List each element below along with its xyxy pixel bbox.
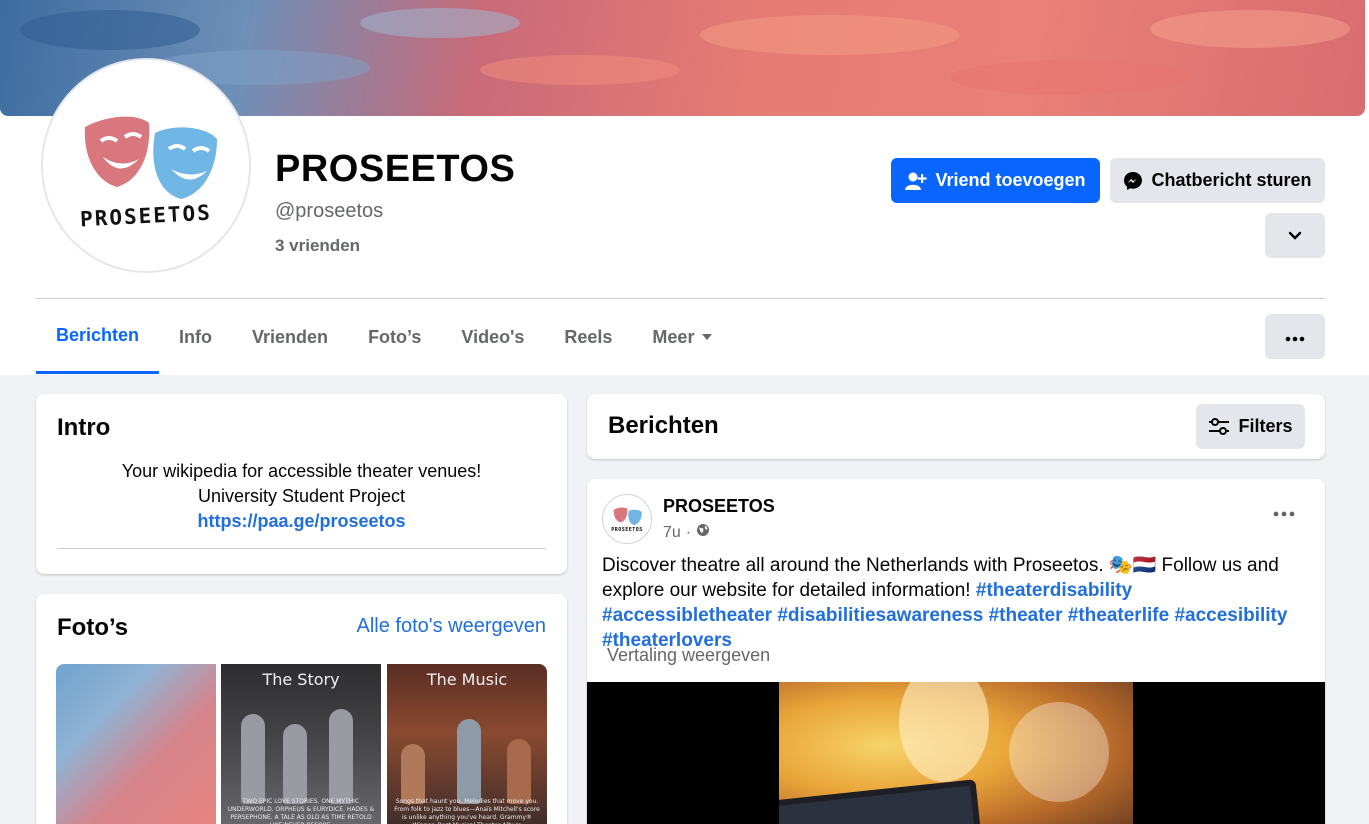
tab-label: Berichten	[56, 325, 140, 345]
post-timestamp[interactable]: 7u	[663, 524, 681, 542]
user-plus-icon	[905, 171, 928, 191]
photo-caption: TWO EPIC LOVE STORIES. ONE MYTHIC UNDERW…	[227, 798, 375, 824]
tab-info[interactable]: Info	[159, 300, 232, 374]
intro-divider	[57, 548, 546, 549]
bio-link[interactable]: https://paa.ge/proseetos	[36, 509, 567, 534]
filters-button[interactable]: Filters	[1196, 404, 1305, 449]
profile-name: PROSEETOS	[275, 148, 516, 190]
profile-avatar[interactable]: PROSEETOS	[41, 58, 251, 273]
tab-videos[interactable]: Video's	[441, 300, 544, 374]
friends-count-link[interactable]: 3 vrienden	[275, 236, 360, 256]
theater-masks-icon	[84, 116, 217, 199]
tab-label: Video's	[461, 326, 525, 347]
globe-icon	[696, 523, 710, 542]
feed-post: PROSEETOS PROSEETOS 7u · Discover theatr…	[587, 479, 1325, 824]
performer-figure	[241, 714, 265, 804]
bio-line: Your wikipedia for accessible theater ve…	[121, 461, 482, 481]
hashtag-link[interactable]: #theaterlife	[1068, 605, 1169, 626]
hashtag-link[interactable]: #theaterdisability	[976, 580, 1132, 601]
performer-figure	[329, 709, 353, 804]
filters-label: Filters	[1238, 416, 1293, 436]
posts-header-card: Berichten Filters	[587, 394, 1325, 459]
bio-line: University Student Project	[197, 486, 406, 506]
performer-figure	[283, 724, 307, 804]
more-dots-icon	[1285, 326, 1305, 347]
intro-card: Intro Your wikipedia for accessible thea…	[36, 394, 567, 574]
post-options-button[interactable]	[1273, 504, 1295, 522]
photo-title: The Music	[426, 670, 508, 689]
performer-figure	[457, 719, 481, 804]
tab-photos[interactable]: Foto’s	[348, 300, 441, 374]
tab-posts[interactable]: Berichten	[36, 300, 160, 374]
intro-title: Intro	[57, 414, 111, 441]
photo-title: The Story	[262, 670, 340, 689]
tab-friends[interactable]: Vrienden	[232, 300, 348, 374]
photo-caption: Songs that haunt you. Melodies that move…	[394, 798, 540, 824]
posts-title: Berichten	[608, 412, 719, 439]
hashtag-link[interactable]: #accessibletheater	[602, 605, 772, 626]
photo-thumbnail[interactable]: The Story TWO EPIC LOVE STORIES. ONE MYT…	[221, 664, 381, 824]
post-author-name[interactable]: PROSEETOS	[663, 496, 775, 517]
tab-label: Meer	[652, 326, 695, 347]
tab-label: Foto’s	[368, 326, 422, 347]
send-message-label: Chatbericht sturen	[1151, 170, 1312, 190]
caret-down-icon	[702, 334, 713, 340]
profile-header: PROSEETOS PROSEETOS @proseetos 3 vriende…	[0, 0, 1369, 375]
profile-tabs: Berichten Info Vrienden Foto’s Video's R…	[36, 300, 732, 375]
intro-bio: Your wikipedia for accessible theater ve…	[36, 459, 567, 534]
post-media[interactable]	[587, 682, 1325, 824]
photo-thumbnail[interactable]: The Music Songs that haunt you. Melodies…	[387, 664, 547, 824]
header-divider	[36, 298, 1325, 299]
tab-more[interactable]: Meer	[632, 300, 732, 374]
hashtag-link[interactable]: #disabilitiesawareness	[777, 605, 983, 626]
tab-label: Info	[179, 326, 213, 347]
chevron-down-icon	[1288, 225, 1302, 246]
hashtag-link[interactable]: #accesibility	[1174, 605, 1287, 626]
more-options-button[interactable]	[1265, 314, 1325, 359]
messenger-icon	[1123, 171, 1143, 191]
profile-options-dropdown[interactable]	[1265, 213, 1325, 258]
see-translation-link[interactable]: Vertaling weergeven	[607, 645, 770, 666]
performer-figure	[401, 744, 425, 804]
profile-handle: @proseetos	[275, 200, 384, 222]
laptop-image	[779, 779, 982, 824]
post-image	[779, 682, 1133, 824]
light-glow	[1009, 702, 1109, 802]
more-dots-icon	[1273, 504, 1295, 521]
theater-masks-icon	[613, 507, 642, 526]
sliders-icon	[1208, 417, 1230, 436]
post-text: Discover theatre all around the Netherla…	[602, 553, 1302, 653]
meta-separator: ·	[685, 523, 692, 541]
photos-card: Foto’s Alle foto's weergeven The Story T…	[36, 594, 567, 824]
avatar-logo: PROSEETOS	[47, 64, 245, 267]
photo-thumbnail[interactable]	[56, 664, 216, 824]
send-message-button[interactable]: Chatbericht sturen	[1110, 158, 1325, 203]
light-glow	[899, 682, 989, 782]
avatar-logo-text: PROSEETOS	[611, 527, 643, 533]
photos-title: Foto’s	[57, 614, 129, 641]
hashtag-link[interactable]: #theater	[989, 605, 1063, 626]
add-friend-label: Vriend toevoegen	[935, 170, 1086, 190]
performer-figure	[507, 739, 531, 804]
add-friend-button[interactable]: Vriend toevoegen	[891, 158, 1100, 203]
post-meta: 7u ·	[663, 523, 710, 542]
post-body: Discover theatre all around the Netherla…	[602, 555, 1279, 601]
tab-reels[interactable]: Reels	[544, 300, 632, 374]
post-author-avatar[interactable]: PROSEETOS	[602, 494, 652, 544]
see-all-photos-link[interactable]: Alle foto's weergeven	[357, 615, 546, 638]
tab-label: Vrienden	[252, 326, 329, 347]
tab-label: Reels	[564, 326, 613, 347]
